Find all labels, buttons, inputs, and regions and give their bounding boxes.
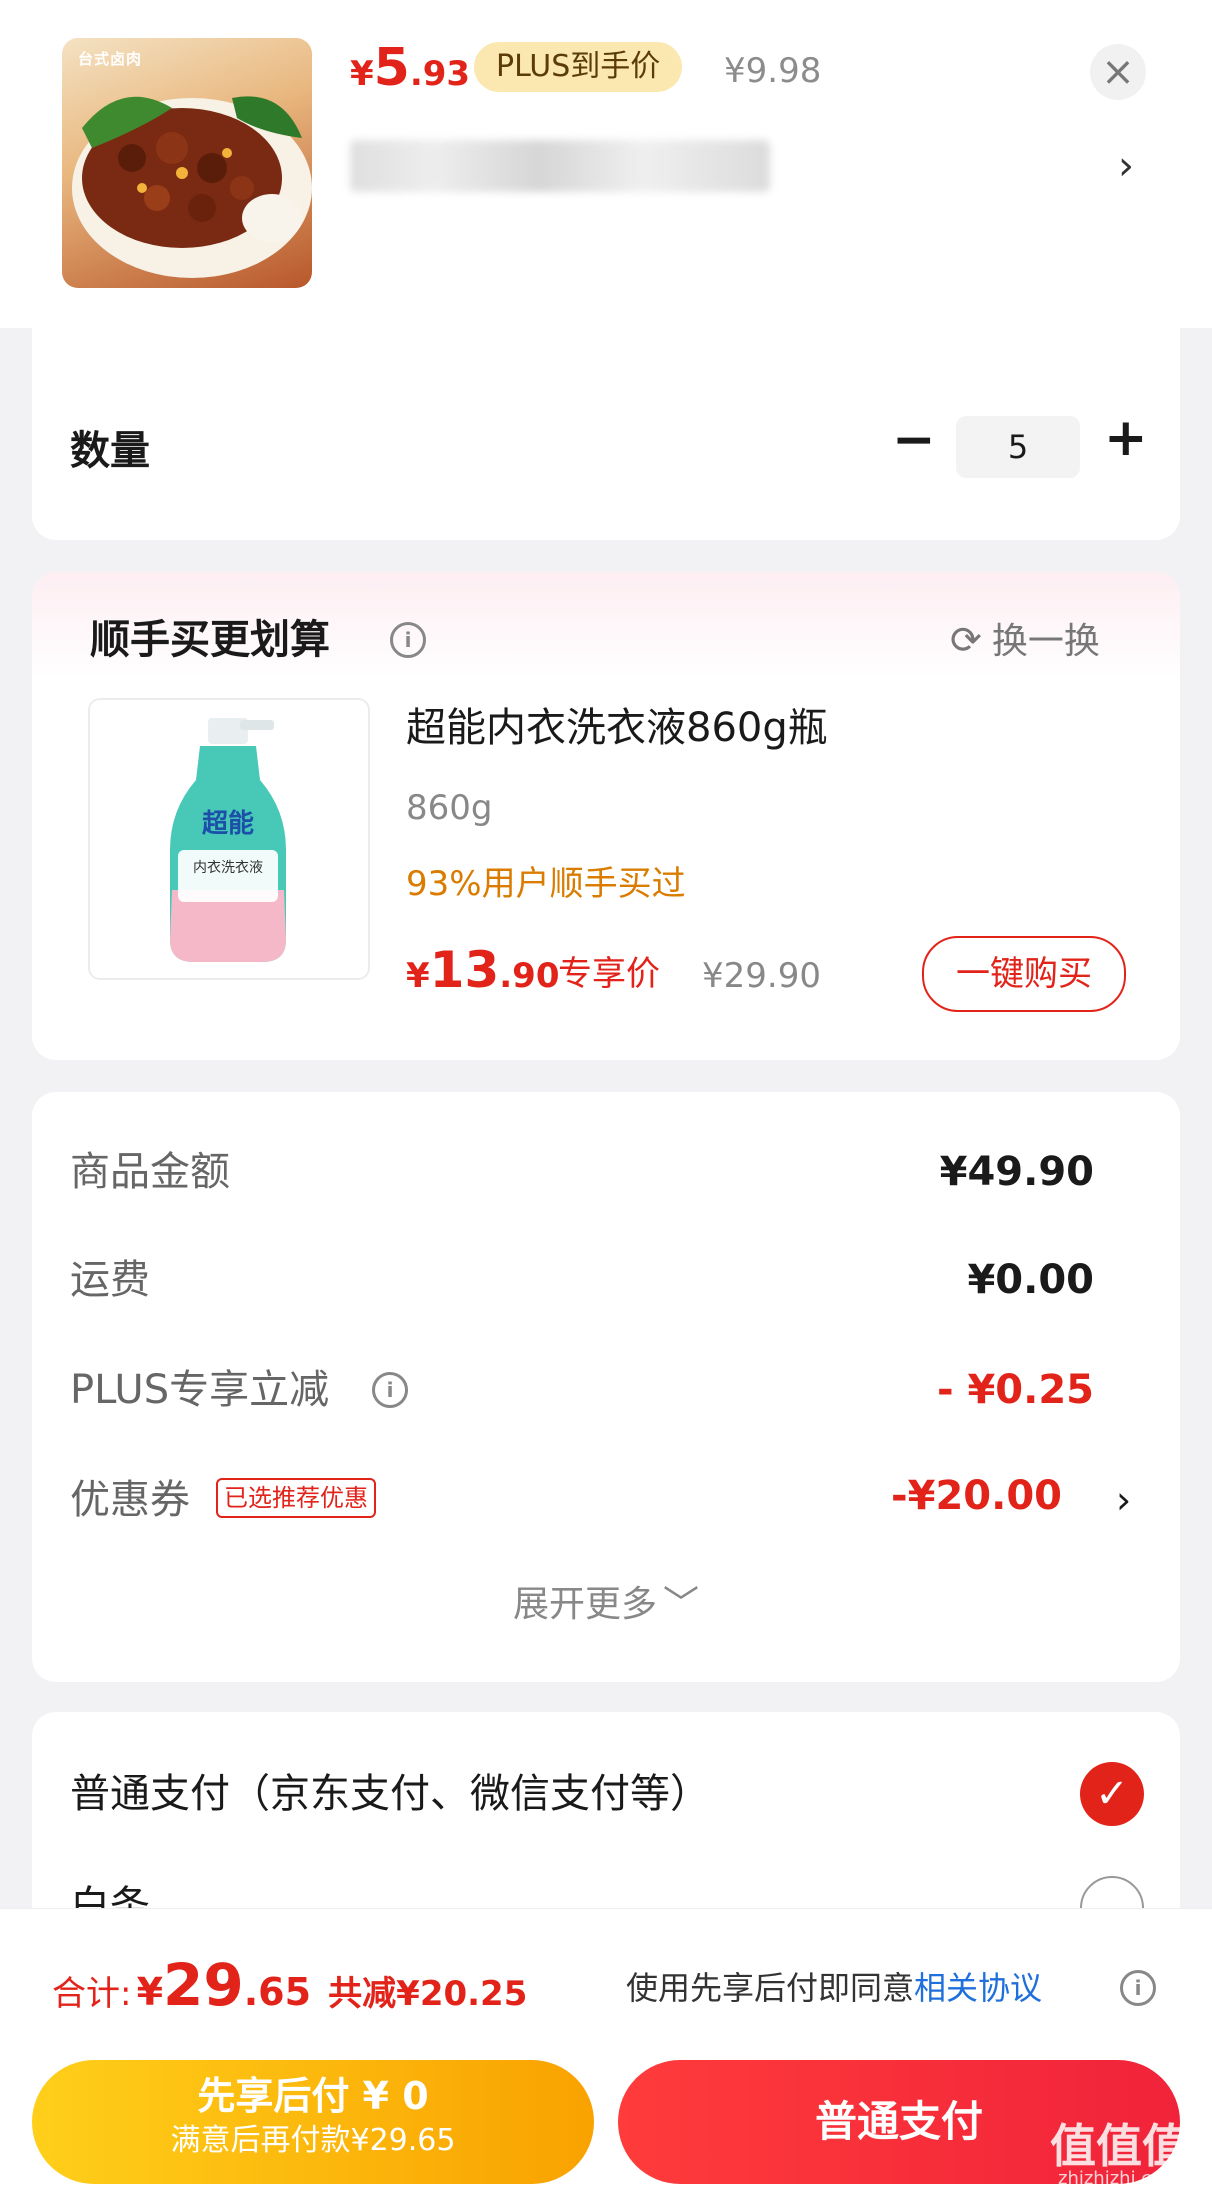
order-total: 合计: ¥29.65 共减¥20.25 [52,1951,528,2019]
coupon-chevron-icon[interactable]: › [1116,1474,1131,1526]
plus-price-badge: PLUS到手价 [474,42,683,92]
coupon-selected-badge: 已选推荐优惠 [216,1478,376,1518]
one-click-buy-button[interactable]: 一键购买 [922,936,1126,1012]
goods-amount-label: 商品金额 [70,1149,230,1195]
payment-option-normal[interactable]: 普通支付（京东支付、微信支付等） [70,1766,710,1822]
site-watermark: 值值值 [1050,2119,1188,2173]
addon-price: ¥13.90 [406,941,560,999]
plus-discount-label: PLUS专享立减 [70,1367,330,1413]
addon-product-name[interactable]: 超能内衣洗衣液860g瓶 [406,700,828,756]
plus-price: ¥5.93 [350,38,471,98]
quantity-minus-button[interactable]: − [892,414,936,466]
addon-product-spec: 860g [406,788,493,828]
swap-button[interactable]: ⟳ 换一换 [950,612,1100,670]
bottle-label-text: 内衣洗衣液 [193,860,263,876]
quantity-label: 数量 [70,428,150,474]
pay-later-subtitle: 满意后再付款¥29.65 [170,2123,456,2158]
detergent-bottle-image: 超能 内衣洗衣液 [170,718,286,962]
product-header: 台式卤肉 ¥5.93 PLUS到手价 ¥9.98 × › [0,0,1212,328]
plus-info-icon[interactable]: i [372,1372,408,1408]
expand-more-label: 展开更多 [512,1584,657,1625]
site-watermark-url: zhizhizhi.com [1058,2168,1180,2189]
payment-method-card [32,1712,1180,1932]
coupon-value[interactable]: -¥20.00 [891,1468,1062,1524]
pay-later-button[interactable]: 先享后付 ¥ 0 满意后再付款¥29.65 [32,2060,594,2184]
coupon-label: 优惠券 [70,1477,190,1523]
product-thumbnail[interactable]: 台式卤肉 [62,38,312,288]
check-icon[interactable]: ✓ [1080,1762,1144,1826]
goods-amount-value: ¥49.90 [939,1149,1094,1195]
info-icon[interactable]: i [390,622,426,658]
addon-title: 顺手买更划算 [90,617,330,663]
agreement-link[interactable]: 相关协议 [914,1969,1042,2007]
shipping-label: 运费 [70,1257,150,1303]
blurred-product-name [350,140,770,192]
total-reduction: 共减¥20.25 [328,1974,528,2014]
expand-more-button[interactable]: 展开更多 ﹀ [0,1580,1212,1630]
agreement-info-icon[interactable]: i [1120,1970,1156,2006]
shipping-value: ¥0.00 [967,1257,1094,1303]
chevron-down-icon: ﹀ [663,1584,700,1625]
agreement-text: 使用先享后付即同意相关协议 [626,1969,1043,2007]
refresh-icon: ⟳ [950,618,982,662]
addon-price-tag: 专享价 [558,954,660,994]
addon-buy-hint: 93%用户顺手买过 [406,864,686,904]
pay-later-title: 先享后付 ¥ 0 [197,2074,429,2118]
braised-pork-rice-image [72,96,312,278]
chevron-right-icon[interactable]: › [1118,140,1134,192]
quantity-plus-button[interactable]: + [1104,412,1148,464]
close-icon[interactable]: × [1090,44,1146,100]
swap-label: 换一换 [991,621,1100,662]
bottle-brand-text: 超能 [202,808,254,839]
quantity-input[interactable]: 5 [956,416,1080,478]
addon-original-price: ¥29.90 [702,956,821,996]
addon-product-thumbnail[interactable]: 超能 内衣洗衣液 [88,698,370,980]
original-price: ¥9.98 [724,51,822,91]
plus-discount-value: - ¥0.25 [936,1367,1094,1413]
